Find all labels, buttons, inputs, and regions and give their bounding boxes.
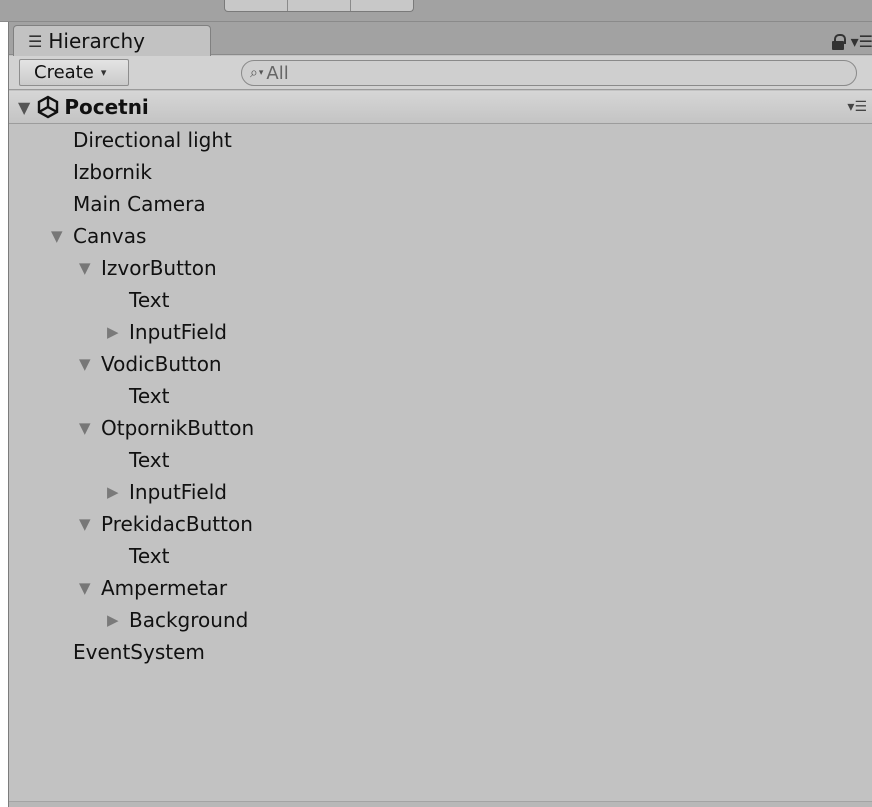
hierarchy-item[interactable]: Main Camera (9, 188, 872, 220)
hierarchy-item[interactable]: ▼ IzvorButton (9, 252, 872, 284)
hierarchy-item-label: Main Camera (73, 192, 206, 216)
expand-arrow-icon[interactable]: ▼ (79, 355, 101, 373)
hierarchy-item-label: InputField (129, 320, 227, 344)
expand-arrow-icon[interactable]: ▼ (18, 98, 30, 117)
hierarchy-item[interactable]: Text (9, 540, 872, 572)
panel-menu-icon[interactable]: ▾☰ (851, 32, 872, 51)
scene-header[interactable]: ▼ Pocetni ▾☰ (9, 91, 872, 124)
hierarchy-item-label: Background (129, 608, 249, 632)
collapse-arrow-icon[interactable]: ▶ (107, 483, 129, 501)
hierarchy-item-label: Izbornik (73, 160, 153, 184)
tab-hierarchy[interactable]: ☰ Hierarchy (13, 25, 211, 56)
hierarchy-item-label: Canvas (73, 224, 147, 248)
hierarchy-item[interactable]: EventSystem (9, 636, 872, 668)
tab-actions: ▾☰ (831, 32, 872, 51)
search-icon[interactable]: ⌕ (250, 65, 258, 81)
hierarchy-item[interactable]: Text (9, 284, 872, 316)
hierarchy-item[interactable]: Directional light (9, 124, 872, 156)
hierarchy-item[interactable]: Izbornik (9, 156, 872, 188)
hierarchy-item-label: Text (129, 448, 170, 472)
expand-arrow-icon[interactable]: ▼ (79, 579, 101, 597)
tab-label: Hierarchy (48, 29, 146, 53)
search-placeholder: All (266, 62, 289, 84)
expand-arrow-icon[interactable]: ▼ (79, 515, 101, 533)
lock-icon[interactable] (831, 33, 846, 50)
hierarchy-item[interactable]: ▼ Ampermetar (9, 572, 872, 604)
tab-bar: ☰ Hierarchy ▾☰ (9, 22, 872, 56)
hierarchy-item-label: InputField (129, 480, 227, 504)
hierarchy-item[interactable]: ▶ Background (9, 604, 872, 636)
hierarchy-item-label: OtpornikButton (101, 416, 255, 440)
expand-arrow-icon[interactable]: ▼ (79, 259, 101, 277)
hierarchy-item-label: PrekidacButton (101, 512, 253, 536)
hierarchy-item-label: Directional light (73, 128, 232, 152)
list-icon: ☰ (28, 31, 43, 51)
search-input[interactable]: ⌕ ▾ All (241, 60, 857, 86)
hierarchy-item-label: VodicButton (101, 352, 222, 376)
top-button-group[interactable] (224, 0, 414, 12)
hierarchy-item[interactable]: ▶ InputField (9, 316, 872, 348)
hierarchy-item[interactable]: ▼ Canvas (9, 220, 872, 252)
collapse-arrow-icon[interactable]: ▶ (107, 611, 129, 629)
hierarchy-item-label: Ampermetar (101, 576, 228, 600)
create-label: Create (34, 62, 94, 83)
chevron-down-icon: ▾ (100, 66, 107, 79)
expand-arrow-icon[interactable]: ▼ (51, 227, 73, 245)
hierarchy-item[interactable]: Text (9, 380, 872, 412)
hierarchy-item-label: EventSystem (73, 640, 205, 664)
hierarchy-item-label: Text (129, 384, 170, 408)
hierarchy-item-label: Text (129, 544, 170, 568)
top-strip (0, 0, 872, 22)
hierarchy-item[interactable]: ▼ OtpornikButton (9, 412, 872, 444)
hierarchy-item[interactable]: ▼ PrekidacButton (9, 508, 872, 540)
hierarchy-item-label: Text (129, 288, 170, 312)
hierarchy-window: ☰ Hierarchy ▾☰ Create ▾ ⌕ ▾ All ▼ Pocetn… (8, 22, 872, 807)
expand-arrow-icon[interactable]: ▼ (79, 419, 101, 437)
hierarchy-item-label: IzvorButton (101, 256, 217, 280)
search-filter-caret-icon[interactable]: ▾ (259, 68, 264, 78)
unity-logo-icon (38, 95, 59, 119)
hierarchy-tree: Directional light Izbornik Main Camera ▼ Can… (9, 124, 872, 668)
hierarchy-item[interactable]: ▼ VodicButton (9, 348, 872, 380)
hierarchy-item[interactable]: Text (9, 444, 872, 476)
hierarchy-item[interactable]: ▶ InputField (9, 476, 872, 508)
hierarchy-toolbar: Create ▾ ⌕ ▾ All (9, 56, 872, 90)
scene-menu-icon[interactable]: ▾☰ (847, 99, 867, 115)
scene-name: Pocetni (64, 95, 149, 119)
panel-bottom-edge (9, 801, 872, 807)
collapse-arrow-icon[interactable]: ▶ (107, 323, 129, 341)
create-button[interactable]: Create ▾ (19, 59, 129, 86)
